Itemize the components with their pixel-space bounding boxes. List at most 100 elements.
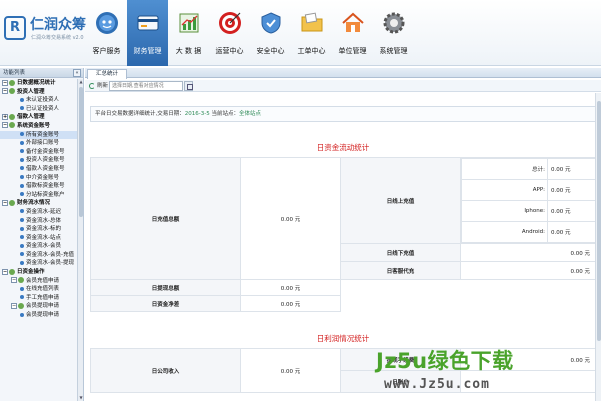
sidebar-item[interactable]: − 日数据概况统计 [0, 79, 77, 88]
house-icon [342, 12, 364, 32]
sidebar-item[interactable]: 手工充值申请 [0, 294, 77, 303]
scroll-down-icon[interactable]: ▼ [78, 395, 83, 401]
scroll-up-icon[interactable]: ▲ [78, 79, 83, 85]
sidebar-item[interactable]: 外部接口账号 [0, 139, 77, 148]
date-input[interactable] [109, 81, 183, 91]
info-date: 2016-3-5 [184, 111, 210, 117]
sidebar-item-label: 借款人资金账号 [26, 165, 65, 172]
net-label: 日资金净差 [90, 295, 241, 312]
customer-service-icon [96, 12, 118, 34]
sidebar-scroll-thumb[interactable] [79, 87, 83, 217]
sidebar-item[interactable]: 资金流水-总体 [0, 217, 77, 226]
sidebar-item[interactable]: 在线充值列表 [0, 285, 77, 294]
nav-system-management[interactable]: 系统管理 [373, 0, 414, 66]
breakdown-value: 0.00 元 [547, 200, 596, 222]
sidebar-item[interactable]: 未认证投资人 [0, 96, 77, 105]
collapse-icon[interactable]: − [2, 122, 8, 129]
bullet-icon [20, 192, 24, 197]
info-bar: 平台日交易数据详细统计,交易日期：2016-3-5 当前站点：全体站点 [90, 106, 596, 122]
module-icon [9, 199, 15, 206]
bullet-icon [20, 166, 24, 171]
collapse-icon[interactable]: − [2, 199, 8, 206]
sidebar-item[interactable]: 资金流水-会员 [0, 242, 77, 251]
breakdown-value: 0.00 元 [547, 179, 596, 201]
refresh-button[interactable]: 刷新 [89, 82, 108, 90]
sidebar-item[interactable]: 中介资金账号 [0, 174, 77, 183]
nav-operations[interactable]: 运营中心 [209, 0, 250, 66]
breakdown-label: Iphone: [461, 200, 548, 222]
top-nav: 客户服务 财务管理 大 数 据 运营中心 安全中心 工单中心 单位管理 系统管理 [86, 0, 414, 66]
nav-security[interactable]: 安全中心 [250, 0, 291, 66]
nav-customer-service[interactable]: 客户服务 [86, 0, 127, 66]
sidebar-item[interactable]: 资金流水-会员-提现 [0, 259, 77, 268]
module-icon [9, 268, 15, 275]
sidebar-item[interactable]: − 财务流水情况 [0, 199, 77, 208]
module-icon [18, 302, 24, 309]
content-scroll-thumb[interactable] [597, 101, 601, 341]
sidebar-item[interactable]: 资金流水-标的 [0, 225, 77, 234]
nav-big-data[interactable]: 大 数 据 [168, 0, 209, 66]
sidebar-item[interactable]: − 投资人管理 [0, 88, 77, 97]
sidebar-item[interactable]: 已认证投资人 [0, 105, 77, 114]
sidebar-item-label: 中介资金账号 [26, 174, 60, 181]
sidebar-item-label: 已认证投资人 [26, 105, 60, 112]
sidebar-item-label: 未认证投资人 [26, 97, 60, 104]
sidebar-item-label: 会员充值申请 [26, 277, 60, 284]
sidebar-item[interactable]: 资金流水-延迟 [0, 208, 77, 217]
sidebar-item-label: 系统资金账号 [17, 122, 51, 129]
bullet-icon [20, 312, 24, 317]
bullet-icon [20, 97, 24, 102]
recharge-total-label: 日充值总额 [90, 157, 241, 280]
module-icon [9, 79, 15, 86]
nav-label: 安全中心 [256, 47, 285, 55]
sidebar-tree: − 日数据概况统计 − 投资人管理 未认证投资人 已认证投资人 + 借款人管理 − 系统资金账号所… [0, 79, 77, 320]
sidebar-item-label: 备付金资金账号 [26, 148, 65, 155]
sidebar-item[interactable]: 资金流水-站点 [0, 234, 77, 243]
collapse-icon[interactable]: − [2, 268, 8, 275]
bullet-icon [20, 243, 24, 248]
tab-summary[interactable]: 汇总统计 [87, 69, 128, 79]
sidebar-item-label: 资金流水-会员-提现 [26, 260, 74, 267]
refresh-icon [89, 83, 95, 89]
bullet-icon [20, 183, 24, 188]
sidebar-item[interactable]: 投资人资金账号 [0, 156, 77, 165]
nav-finance[interactable]: 财务管理 [127, 0, 168, 66]
withdraw-total-label: 日提现总额 [90, 279, 241, 296]
collapse-icon[interactable]: − [11, 302, 17, 309]
fund-flow-title: 日资金流动统计 [316, 143, 370, 152]
nav-work-orders[interactable]: 工单中心 [291, 0, 332, 66]
brand-logo[interactable]: R 仁润众筹 仁润众筹交易系统 v2.0 [4, 12, 86, 52]
target-icon [219, 12, 241, 34]
collapse-icon[interactable]: − [2, 88, 8, 95]
sidebar-collapse-button[interactable]: « [73, 69, 81, 77]
sidebar-item[interactable]: + 借款人管理 [0, 113, 77, 122]
sidebar-item[interactable]: 借款标资金账号 [0, 182, 77, 191]
sidebar-item[interactable]: 备付金资金账号 [0, 148, 77, 157]
sidebar-item[interactable]: 资金流水-会员-充值 [0, 251, 77, 260]
sidebar-scrollbar[interactable]: ▲ ▼ [77, 79, 83, 401]
sidebar-item[interactable]: − 会员充值申请 [0, 277, 77, 286]
sidebar-item[interactable]: − 系统资金账号 [0, 122, 77, 131]
info-site-label: 当前站点： [211, 111, 239, 117]
sidebar-header: 功能列表 « [0, 68, 83, 78]
sidebar-item[interactable]: − 会员提现申请 [0, 302, 77, 311]
net-value: 0.00 元 [240, 295, 341, 312]
calendar-icon[interactable] [184, 81, 193, 91]
nav-label: 客户服务 [92, 47, 121, 55]
sidebar-item[interactable]: 分站标资金账户 [0, 191, 77, 200]
app-header: R 仁润众筹 仁润众筹交易系统 v2.0 客户服务 财务管理 大 数 据 运营中… [0, 0, 601, 66]
collapse-icon[interactable]: − [11, 277, 17, 284]
sidebar-item-label: 财务流水情况 [17, 200, 51, 207]
nav-unit-management[interactable]: 单位管理 [332, 0, 373, 66]
sidebar-item-label: 日数据概况统计 [17, 80, 56, 86]
tab-bar: 汇总统计 [85, 68, 601, 79]
sidebar-item[interactable]: 借款人资金账号 [0, 165, 77, 174]
expand-icon[interactable]: + [2, 113, 8, 120]
breakdown-label: 总计: [461, 158, 548, 180]
breakdown-value: 0.00 元 [547, 158, 596, 180]
sidebar-item[interactable]: 所有资金账号 [0, 130, 77, 140]
sidebar-item[interactable]: 会员提现申请 [0, 311, 77, 320]
collapse-icon[interactable]: − [2, 79, 8, 86]
nav-label: 财务管理 [133, 47, 162, 55]
sidebar-item[interactable]: − 日资金操作 [0, 268, 77, 277]
